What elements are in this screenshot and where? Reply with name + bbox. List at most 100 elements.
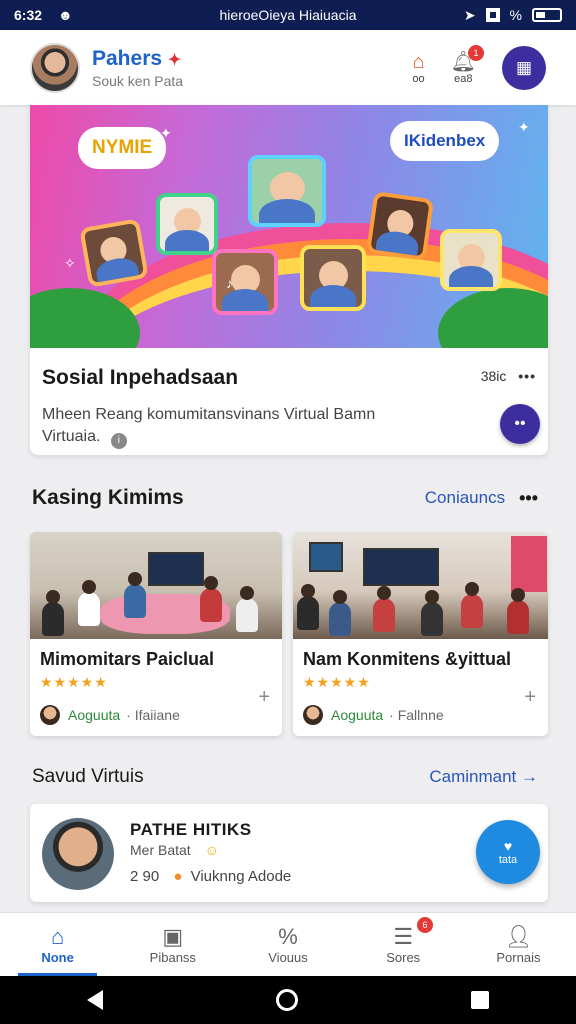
add-icon[interactable]: + (258, 686, 270, 709)
more-dots-icon: •• (514, 415, 526, 432)
nav-label: Pibanss (149, 950, 196, 965)
person-stat-number: 2 90 (130, 868, 160, 885)
tv-screen (309, 542, 343, 572)
author-avatar (303, 705, 323, 725)
sparkle-icon: ✦ (160, 125, 172, 141)
community-photo (293, 532, 548, 639)
lock-icon: ⌂ (412, 50, 425, 73)
section-link[interactable]: Coniauncs (425, 488, 505, 508)
featured-card[interactable]: NYMIE IKidenbex ✦ ♪ ✦ ✧ Sosial Inpehadsa… (30, 105, 548, 455)
person-figure (329, 590, 351, 636)
system-navigation-bar (0, 976, 576, 1024)
status-time: 6:32 (14, 7, 43, 23)
suggested-person-card[interactable]: PATHE HITIKS Mer Batat ☺ 2 90 ● Viuknng … (30, 804, 548, 902)
section-title: Savud Virtuis (32, 766, 144, 787)
tv-screen (148, 552, 204, 586)
floating-action-button[interactable]: ♥ tata (476, 820, 540, 884)
battery-percent-label: % (509, 7, 522, 23)
nav-item-stores[interactable]: ☰ Sores 6 (346, 913, 461, 976)
lock-action-button[interactable]: ⌂ oo (412, 51, 424, 85)
nav-label: Viouus (268, 950, 308, 965)
banner-speech-bubble-right: IKidenbex (390, 121, 500, 161)
emoji-icon: ● (173, 868, 183, 885)
send-icon: ➤ (463, 6, 476, 23)
notifications-button[interactable]: 🔔︎ ea8 1 (451, 44, 484, 85)
user-name: Pahers (92, 46, 163, 70)
community-card[interactable]: Mimomitars Paiclual ★★★★★ Aoguuta · Ifai… (30, 532, 282, 736)
community-title: Nam Konmitens &yittual (303, 649, 512, 669)
heart-icon: ♥ (503, 838, 513, 854)
nav-item-home[interactable]: ⌂ None (0, 913, 115, 976)
person-stat-row: 2 90 ● Viuknng Adode (130, 868, 291, 885)
smile-emoji-icon: ☺ (204, 842, 219, 858)
person-figure (42, 590, 64, 636)
rating-stars: ★★★★★ (303, 674, 371, 690)
person-name: PATHE HITIKS (130, 820, 252, 839)
author-avatar (40, 705, 60, 725)
board-icon: ▣ (162, 924, 184, 949)
app-header: Pahers ✦ Souk ken Pata ⌂ oo 🔔︎ ea8 1 ▦ (0, 30, 576, 105)
community-meta: Aoguuta · Ifaiiane (40, 705, 272, 725)
section-link[interactable]: Caminmant → (429, 767, 538, 787)
notification-badge: 1 (468, 44, 484, 61)
nav-item-views[interactable]: % Viouus (230, 913, 345, 976)
percent-icon: % (278, 924, 298, 949)
user-avatar[interactable] (30, 42, 80, 93)
community-photo (30, 532, 282, 639)
featured-title: Sosial Inpehadsaan (42, 366, 239, 389)
rating-stars: ★★★★★ (40, 674, 108, 690)
community-meta-text: · Ifaiiane (126, 707, 180, 723)
grid-icon: ▦ (515, 57, 533, 77)
person-icon: 👤︎ (504, 924, 533, 949)
music-note-icon: ♪ (226, 275, 233, 291)
section-header-suggested: Savud Virtuis Caminmant → (32, 766, 538, 788)
colorful-poster (511, 536, 547, 592)
fab-label: tata (498, 854, 518, 866)
author-name[interactable]: Aoguuta (68, 707, 120, 723)
person-figure (461, 582, 483, 628)
sparkle-icon: ✦ (518, 119, 530, 135)
add-icon[interactable]: + (524, 686, 536, 709)
section-header-communities: Kasing Kimims Coniauncs ••• (32, 486, 538, 510)
sparkle-icon: ✧ (64, 255, 76, 271)
person-subtitle-row: Mer Batat ☺ (130, 842, 219, 858)
featured-description-row: Mheen Reang komumitansvinans Virtual Bam… (42, 404, 422, 449)
banner-face-thumbnail (300, 245, 366, 311)
community-meta-text: · Fallnne (389, 707, 444, 723)
person-figure (373, 586, 395, 632)
info-icon[interactable]: i (110, 433, 127, 449)
status-bar: 6:32 ☻ hieroeOieya Hiaiuacia ➤ % (0, 0, 576, 30)
author-name[interactable]: Aoguuta (331, 707, 383, 723)
person-avatar (42, 818, 114, 890)
back-icon[interactable] (86, 990, 103, 1010)
recent-apps-icon[interactable] (471, 991, 490, 1009)
nav-item-profile[interactable]: 👤︎ Pornais (461, 913, 576, 976)
person-figure (236, 586, 258, 632)
community-title: Mimomitars Paiclual (40, 649, 215, 669)
person-figure (421, 590, 443, 636)
featured-description: Mheen Reang komumitansvinans Virtual Bam… (42, 406, 376, 445)
community-card[interactable]: Nam Konmitens &yittual ★★★★★ Aoguuta · F… (293, 532, 548, 736)
notification-face-icon: ☻ (58, 7, 73, 23)
nav-label: Sores (386, 950, 421, 965)
more-options-icon[interactable]: ••• (519, 488, 538, 509)
more-options-icon[interactable]: ••• (518, 368, 536, 384)
nav-item-boards[interactable]: ▣ Pibanss (115, 913, 230, 976)
featured-count-row: 38ic ••• (481, 368, 536, 384)
person-figure (507, 588, 529, 634)
bottom-navigation: ⌂ None ▣ Pibanss % Viouus ☰ Sores 6 👤︎ P… (0, 912, 576, 976)
battery-icon (532, 8, 562, 22)
banner-face-thumbnail (365, 191, 435, 261)
person-figure (124, 572, 146, 618)
banner-face-thumbnail (440, 229, 502, 291)
community-meta: Aoguuta · Fallnne (303, 705, 538, 725)
person-subtitle: Mer Batat (130, 842, 191, 858)
home-icon: ⌂ (50, 924, 65, 949)
person-stat-text: Viuknng Adode (190, 868, 292, 885)
wall-display (363, 548, 439, 586)
featured-more-button[interactable]: •• (500, 404, 540, 444)
list-icon: ☰ (393, 924, 414, 949)
person-figure (297, 584, 319, 630)
menu-grid-button[interactable]: ▦ (502, 45, 546, 90)
home-circle-icon[interactable] (275, 989, 298, 1011)
